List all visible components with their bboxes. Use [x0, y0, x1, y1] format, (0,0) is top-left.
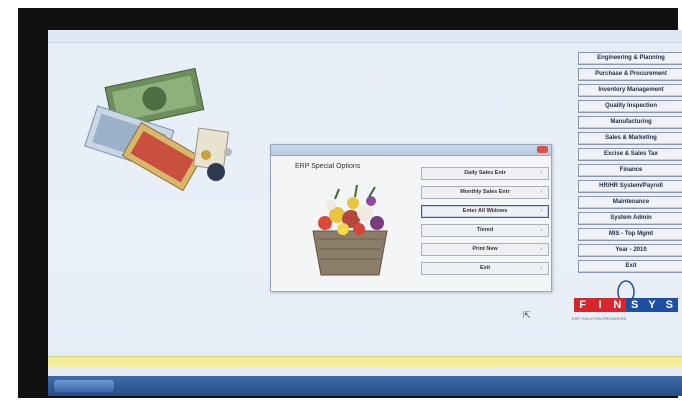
menu-system-admin[interactable]: System Admin [578, 212, 682, 225]
menu-exit[interactable]: Exit [578, 260, 682, 273]
logo-letter: S [625, 298, 644, 312]
monthly-sales-entry-label: Monthly Sales Entr [460, 189, 510, 195]
print-new-label: Print New [472, 246, 498, 252]
tiered-button[interactable]: Tiered › [421, 224, 549, 237]
menu-maintenance[interactable]: Maintenance [578, 196, 682, 209]
monitor-frame: Engineering & Planning Purchase & Procur… [18, 8, 682, 398]
menu-mis-top-mgmt[interactable]: MIS - Top Mgmt [578, 228, 682, 241]
menu-hr-payroll[interactable]: HR/HR System/Payroll [578, 180, 682, 193]
dialog-heading: ERP Special Options [295, 163, 361, 170]
chevron-right-icon: › [540, 227, 542, 233]
menu-excise-sales-tax[interactable]: Excise & Sales Tax [578, 148, 682, 161]
logo-wordmark: F I N S Y S [574, 298, 678, 312]
logo-tagline: ERP SOLUTION PROVIDERS [572, 316, 627, 321]
start-button[interactable] [54, 380, 114, 392]
money-illustration [84, 67, 232, 192]
tiered-label: Tiered [476, 227, 494, 233]
enter-all-widows-label: Enter All Widows [462, 208, 508, 214]
close-icon[interactable] [537, 146, 548, 153]
dialog-exit-label: Exit [479, 265, 491, 271]
enter-all-widows-button[interactable]: Enter All Widows › [421, 205, 549, 218]
window-titlebar [48, 30, 682, 43]
menu-inventory-management[interactable]: Inventory Management [578, 84, 682, 97]
menu-manufacturing[interactable]: Manufacturing [578, 116, 682, 129]
daily-sales-entry-label: Daily Sales Entr [464, 170, 506, 176]
module-menu: Engineering & Planning Purchase & Procur… [578, 52, 682, 276]
dialog-exit-button[interactable]: Exit › [421, 262, 549, 275]
logo-letter: S [660, 298, 678, 312]
menu-purchase-procurement[interactable]: Purchase & Procurement [578, 68, 682, 81]
taskbar [48, 376, 682, 396]
desktop-screen: Engineering & Planning Purchase & Procur… [48, 30, 682, 396]
finsys-logo: F I N S Y S ERP SOLUTION PROVIDERS [568, 280, 682, 332]
status-bar [48, 356, 682, 367]
menu-year[interactable]: Year - 2010 [578, 244, 682, 257]
chevron-right-icon: › [540, 265, 542, 271]
daily-sales-entry-button[interactable]: Daily Sales Entr › [421, 167, 549, 180]
print-new-button[interactable]: Print New › [421, 243, 549, 256]
chevron-right-icon: › [540, 170, 542, 176]
chevron-right-icon: › [540, 189, 542, 195]
logo-letter: I [591, 298, 609, 312]
chevron-right-icon: › [540, 246, 542, 252]
flower-basket-image [312, 184, 388, 276]
menu-sales-marketing[interactable]: Sales & Marketing [578, 132, 682, 145]
logo-letter: Y [643, 298, 661, 312]
monthly-sales-entry-button[interactable]: Monthly Sales Entr › [421, 186, 549, 199]
mouse-cursor-icon: ⇱ [523, 310, 531, 320]
logo-letter: N [608, 298, 626, 312]
menu-engineering-planning[interactable]: Engineering & Planning [578, 52, 682, 65]
menu-finance[interactable]: Finance [578, 164, 682, 177]
dialog-titlebar [271, 145, 551, 156]
menu-quality-inspection[interactable]: Quality Inspection [578, 100, 682, 113]
chevron-right-icon: › [540, 208, 542, 214]
logo-letter: F [574, 298, 592, 312]
special-options-dialog: ERP Special Options Daily Sales Entr › M… [270, 144, 552, 292]
